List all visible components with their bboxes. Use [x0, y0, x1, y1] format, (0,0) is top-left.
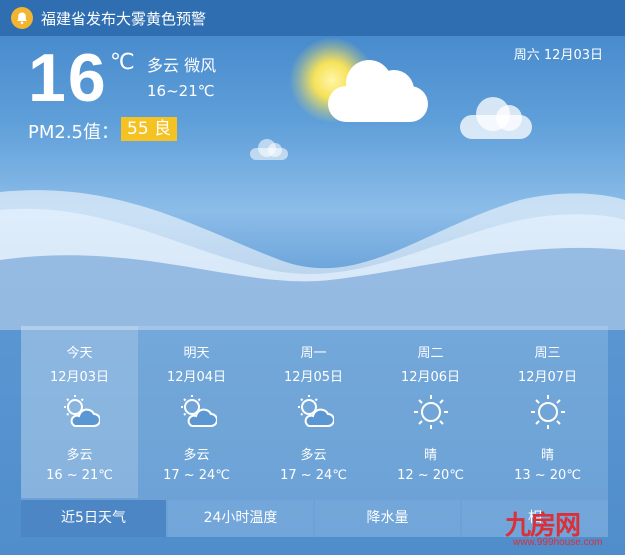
- bell-icon: [11, 7, 33, 29]
- hills-background: [0, 190, 625, 330]
- alert-bar[interactable]: 福建省发布大雾黄色预警: [0, 0, 625, 36]
- alert-text[interactable]: 福建省发布大雾黄色预警: [41, 8, 206, 29]
- current-date: 周六 12月03日: [513, 48, 603, 63]
- forecast-day[interactable]: 明天 12月04日 多云 17 ~ 24℃: [138, 326, 255, 498]
- watermark-logo: 九房网 www.999house.com: [505, 505, 620, 553]
- day-name: 周三: [534, 346, 561, 361]
- day-range: 12 ~ 20℃: [397, 468, 464, 483]
- current-condition: 多云 微风: [147, 56, 217, 75]
- day-condition: 晴: [423, 448, 437, 463]
- day-range: 17 ~ 24℃: [280, 468, 347, 483]
- partly-cloudy-icon: [298, 395, 334, 427]
- cloud-icon: [460, 97, 532, 139]
- partly-cloudy-icon: [181, 395, 217, 427]
- pm25-badge: 55 良: [121, 117, 178, 141]
- forecast-day[interactable]: 今天 12月03日 多云 16 ~ 21℃: [21, 326, 138, 498]
- forecast-day[interactable]: 周三 12月07日 晴 13 ~ 20℃: [489, 326, 606, 498]
- forecast-day[interactable]: 周二 12月06日 晴 12 ~ 20℃: [372, 326, 489, 498]
- current-temperature: 16: [28, 40, 108, 116]
- watermark-url: www.999house.com: [513, 537, 603, 548]
- cloud-icon: [250, 139, 288, 160]
- sun-icon: [531, 395, 565, 429]
- pm25-label: PM2.5值：: [28, 122, 120, 143]
- day-condition: 多云: [300, 448, 327, 463]
- sun-icon: [414, 395, 448, 429]
- day-date: 12月05日: [283, 370, 344, 385]
- temperature-unit: ℃: [110, 50, 135, 75]
- day-name: 周二: [417, 346, 444, 361]
- day-date: 12月03日: [49, 370, 110, 385]
- day-range: 16 ~ 21℃: [46, 468, 113, 483]
- cloud-icon: [328, 60, 428, 122]
- day-range: 17 ~ 24℃: [163, 468, 230, 483]
- tab-24h-temperature[interactable]: 24小时温度: [168, 500, 313, 537]
- day-name: 周一: [300, 346, 327, 361]
- forecast-day[interactable]: 周一 12月05日 多云 17 ~ 24℃: [255, 326, 372, 498]
- day-condition: 多云: [183, 448, 210, 463]
- day-condition: 多云: [66, 448, 93, 463]
- day-date: 12月07日: [517, 370, 578, 385]
- partly-cloudy-icon: [64, 395, 100, 427]
- tab-precipitation[interactable]: 降水量: [315, 500, 460, 537]
- day-condition: 晴: [540, 448, 554, 463]
- day-name: 明天: [183, 346, 210, 361]
- current-range: 16~21℃: [147, 82, 215, 100]
- day-date: 12月04日: [166, 370, 227, 385]
- day-range: 13 ~ 20℃: [514, 468, 581, 483]
- day-date: 12月06日: [400, 370, 461, 385]
- day-name: 今天: [66, 346, 93, 361]
- tab-5day[interactable]: 近5日天气: [21, 500, 166, 537]
